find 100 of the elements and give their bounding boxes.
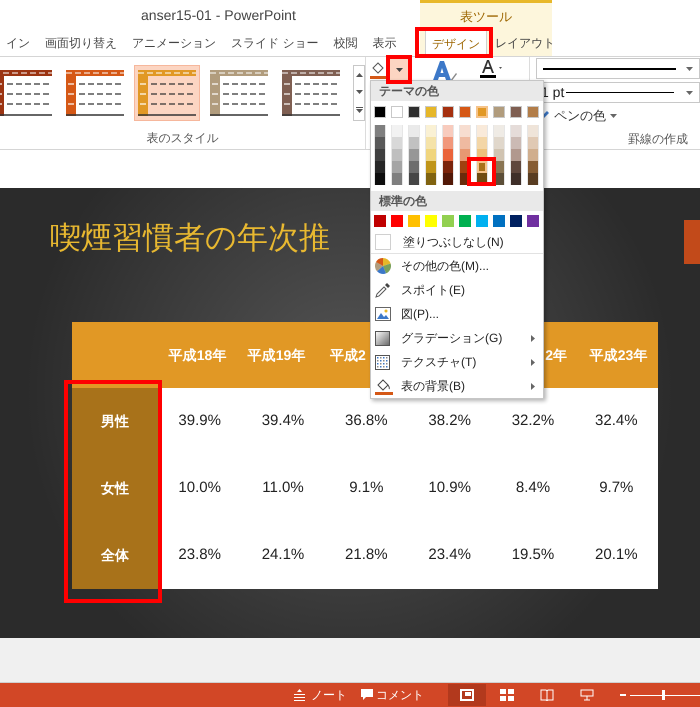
color-swatch[interactable] (494, 125, 504, 137)
color-swatch[interactable] (374, 106, 386, 118)
color-swatch[interactable] (426, 149, 436, 161)
color-swatch[interactable] (392, 173, 402, 185)
section-heading: テーマの色 (371, 81, 543, 101)
menu-item[interactable]: その他の色(M)... (371, 254, 543, 278)
ribbon-tab[interactable]: 画面切り替え (39, 30, 123, 56)
color-swatch[interactable] (511, 149, 521, 161)
color-swatch[interactable] (511, 161, 521, 173)
color-swatch[interactable] (511, 125, 521, 137)
color-swatch[interactable] (460, 137, 470, 149)
color-swatch[interactable] (426, 161, 436, 173)
menu-item[interactable]: 表の背景(B) (371, 374, 543, 398)
menu-item[interactable]: 塗りつぶしなし(N) (371, 231, 543, 253)
color-swatch[interactable] (409, 161, 419, 173)
color-swatch[interactable] (408, 106, 420, 118)
color-swatch[interactable] (409, 173, 419, 185)
color-swatch[interactable] (477, 161, 487, 173)
color-swatch[interactable] (459, 106, 471, 118)
comment-icon (361, 689, 373, 701)
scroll-down-icon[interactable] (356, 90, 362, 94)
row-header-cell: 男性 (72, 388, 158, 455)
menu-item[interactable]: スポイト(E) (371, 278, 543, 302)
color-swatch[interactable] (375, 125, 385, 137)
ribbon-tab[interactable]: イン (0, 30, 36, 56)
color-swatch[interactable] (493, 215, 505, 227)
color-swatch[interactable] (426, 125, 436, 137)
color-swatch[interactable] (374, 215, 386, 227)
color-swatch[interactable] (510, 215, 522, 227)
ribbon-tab[interactable]: 表示 (366, 30, 402, 56)
color-swatch[interactable] (442, 215, 454, 227)
notes-button[interactable]: ノート (294, 686, 347, 704)
line-style-selector[interactable] (536, 58, 700, 79)
color-swatch[interactable] (375, 137, 385, 149)
row-header-cell: 女性 (72, 455, 158, 522)
color-swatch[interactable] (409, 149, 419, 161)
gallery-scrollbar[interactable] (353, 65, 365, 121)
color-swatch[interactable] (460, 125, 470, 137)
color-swatch[interactable] (477, 137, 487, 149)
menu-item[interactable]: 図(P)... (371, 302, 543, 326)
color-swatch[interactable] (527, 215, 539, 227)
dropdown-button[interactable] (390, 59, 408, 81)
ribbon-tab[interactable]: スライド ショー (225, 30, 324, 56)
color-swatch[interactable] (527, 106, 539, 118)
color-swatch[interactable] (477, 125, 487, 137)
color-swatch[interactable] (409, 125, 419, 137)
zoom-slider[interactable] (630, 690, 700, 700)
section-heading: 標準の色 (371, 191, 543, 211)
color-swatch[interactable] (392, 137, 402, 149)
menu-item[interactable]: テクスチャ(T) (371, 350, 543, 374)
color-swatch[interactable] (493, 106, 505, 118)
color-swatch[interactable] (528, 125, 538, 137)
color-swatch[interactable] (443, 137, 453, 149)
color-swatch[interactable] (476, 215, 488, 227)
ribbon-tab[interactable]: レイアウト (489, 30, 561, 56)
caret-icon (610, 114, 617, 118)
color-swatch[interactable] (409, 137, 419, 149)
color-swatch[interactable] (459, 215, 471, 227)
group-label: 罫線の作成 (628, 131, 688, 148)
color-swatch[interactable] (375, 173, 385, 185)
color-swatch[interactable] (460, 149, 470, 161)
color-swatch[interactable] (391, 215, 403, 227)
color-swatch[interactable] (511, 137, 521, 149)
color-swatch[interactable] (528, 161, 538, 173)
menu-item[interactable]: グラデーション(G) (371, 326, 543, 350)
color-swatch[interactable] (528, 137, 538, 149)
color-swatch[interactable] (528, 149, 538, 161)
color-swatch[interactable] (476, 106, 488, 118)
color-swatch[interactable] (510, 106, 522, 118)
color-swatch[interactable] (494, 149, 504, 161)
color-swatch[interactable] (426, 137, 436, 149)
scroll-up-icon[interactable] (356, 72, 362, 77)
ribbon-tab[interactable]: アニメーション (126, 30, 222, 56)
table-cell-text: 23.8% (177, 545, 222, 566)
color-swatch[interactable] (392, 149, 402, 161)
column-header: 平成23年 (590, 346, 648, 364)
paint-bucket-icon[interactable] (370, 61, 388, 79)
color-swatch[interactable] (426, 173, 436, 185)
comments-button[interactable]: コメント (361, 686, 424, 704)
ribbon-tab[interactable]: 校閲 (327, 30, 364, 56)
color-swatch[interactable] (443, 125, 453, 137)
expand-gallery-icon[interactable] (356, 107, 362, 114)
color-swatch[interactable] (425, 106, 437, 118)
color-swatch[interactable] (392, 161, 402, 173)
color-swatch[interactable] (494, 137, 504, 149)
color-swatch[interactable] (375, 161, 385, 173)
color-swatch[interactable] (425, 215, 437, 227)
color-swatch[interactable] (392, 125, 402, 137)
color-swatch[interactable] (443, 161, 453, 173)
normal-view-button[interactable] (448, 684, 486, 706)
color-swatch[interactable] (442, 106, 454, 118)
color-swatch[interactable] (528, 173, 538, 185)
color-swatch[interactable] (375, 149, 385, 161)
color-swatch[interactable] (443, 173, 453, 185)
color-swatch[interactable] (511, 173, 521, 185)
column-header: 平成18年 (168, 346, 226, 364)
color-swatch[interactable] (408, 215, 420, 227)
color-swatch[interactable] (391, 106, 403, 118)
color-swatch[interactable] (443, 149, 453, 161)
table-style-thumbnail[interactable] (134, 65, 200, 121)
